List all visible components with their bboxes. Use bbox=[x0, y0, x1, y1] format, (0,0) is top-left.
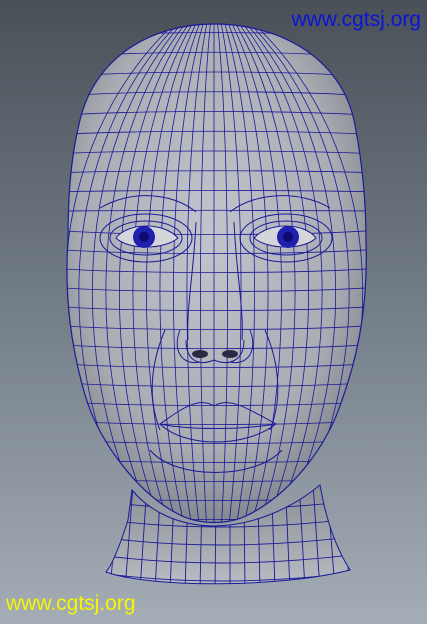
watermark-top: www.cgtsj.org bbox=[291, 8, 421, 31]
3d-viewport[interactable]: www.cgtsj.org www.cgtsj.org bbox=[0, 0, 427, 624]
wireframe-head-model bbox=[66, 23, 367, 585]
watermark-bottom: www.cgtsj.org bbox=[6, 592, 136, 615]
